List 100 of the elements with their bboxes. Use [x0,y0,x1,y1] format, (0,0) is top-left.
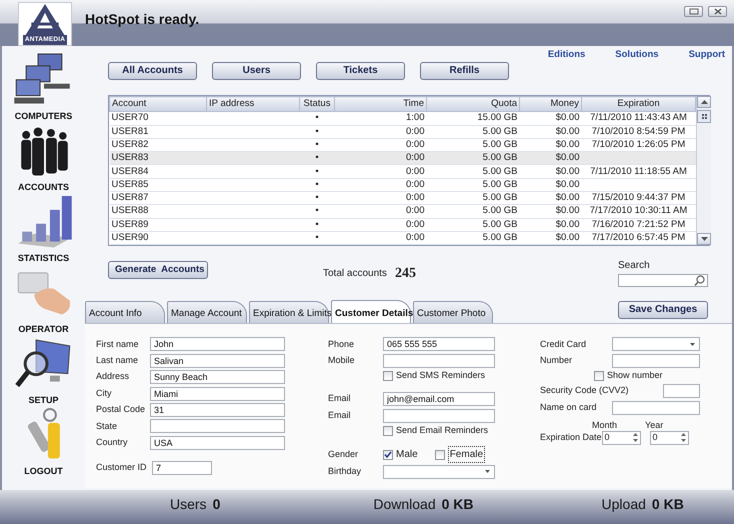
input-field[interactable]: Sunny Beach [150,370,285,384]
sidebar-item[interactable]: OPERATOR [6,265,82,336]
nav-link[interactable]: Support [688,49,725,61]
table-cell: 0:00 [334,204,426,218]
input-field[interactable] [150,419,285,434]
checkbox[interactable] [434,450,445,460]
input-field[interactable]: john@email.com [383,392,495,406]
input-field[interactable]: Miami [150,386,285,401]
table-cell: • [300,125,334,138]
checkbox-label: Female [448,446,486,464]
table-cell: USER87 [110,192,206,205]
table-cell: USER88 [110,204,206,218]
filter-button[interactable]: Users [212,62,301,80]
table-cell: • [300,218,334,232]
checkbox[interactable] [594,371,604,381]
sidebar-item[interactable]: SETUP [6,336,82,407]
search-icon [694,275,705,286]
restore-button[interactable] [684,6,703,17]
input-field[interactable] [383,354,495,368]
filter-button[interactable]: Tickets [316,62,405,80]
input-field[interactable]: Salivan [150,354,285,368]
table-cell: USER89 [110,218,206,232]
input-field[interactable] [612,400,700,415]
table-cell: 5.00 GB [426,125,520,138]
checkbox[interactable] [383,426,393,436]
column-header[interactable]: Money [520,96,582,112]
table-cell: 7/17/2010 10:30:11 AM [582,204,696,218]
spinner-arrows-icon [632,433,638,442]
field-label: First name [96,338,140,351]
sidebar-item[interactable]: COMPUTERS [6,52,82,123]
stat-label: Download [373,495,436,514]
tab[interactable]: Customer Photo [413,301,493,324]
input-field[interactable]: USA [150,436,285,450]
input-field[interactable]: 065 555 555 [383,337,495,352]
table-cell: 5.00 GB [426,218,520,232]
column-header[interactable]: Status [300,96,334,112]
up-arrow-icon[interactable] [700,100,708,104]
scrollbar[interactable] [696,96,711,246]
table-cell: USER81 [110,125,206,138]
grip-icon[interactable] [702,114,706,119]
input-field[interactable]: 31 [150,402,285,417]
sidebar-item[interactable]: STATISTICS [6,194,82,265]
filter-button[interactable]: Refills [420,62,509,80]
field-label: Year [645,418,664,430]
close-button[interactable] [708,6,727,17]
field-label: Credit Card [540,338,588,351]
dropdown[interactable] [612,337,700,352]
table-cell: 0:00 [334,192,426,205]
column-header[interactable]: Quota [426,96,520,112]
check-icon [384,451,392,458]
checkbox[interactable] [383,371,393,381]
checkbox[interactable] [383,450,393,460]
field-label: Month [592,418,618,430]
status-title: HotSpot is ready. [85,10,200,27]
generate-button[interactable]: Generate Accounts [108,261,208,280]
nav-link[interactable]: Solutions [615,49,659,61]
field-label: Gender [328,448,360,462]
field-label: Phone [328,338,356,351]
tab[interactable]: Expiration & Limits [249,301,329,324]
field-label: Postal Code [96,403,146,416]
nav-link[interactable]: Editions [548,49,586,61]
table-cell: $0.00 [520,112,582,126]
table-cell: 0:00 [334,231,426,245]
input-field[interactable] [383,408,495,423]
table-cell: $0.00 [520,164,582,178]
down-arrow-icon[interactable] [700,237,708,242]
column-header[interactable]: Account [110,96,206,112]
spin-field[interactable]: 0 [602,430,641,445]
table-cell: $0.00 [520,231,582,245]
table-cell: 0:00 [334,125,426,138]
table-cell: $0.00 [520,152,582,165]
input-field[interactable] [663,384,700,398]
input-field[interactable] [612,354,700,368]
tab[interactable]: Manage Account [167,301,247,324]
save-button[interactable]: Save Changes [618,301,708,320]
close-icon [714,8,722,15]
checkbox-label: Send SMS Reminders [396,369,486,382]
tab[interactable]: Account Info [85,301,165,324]
column-header[interactable]: Expiration [582,96,696,112]
filter-button[interactable]: All Accounts [108,62,197,80]
field-label: Customer ID [96,461,148,474]
column-header[interactable]: IP address [206,96,300,112]
total-label: Total accounts [323,267,387,282]
table-cell: 0:00 [334,152,426,165]
tab[interactable]: Customer Details [331,300,411,324]
input-field[interactable]: John [150,337,285,352]
dropdown[interactable] [383,464,495,479]
spin-field[interactable]: 0 [650,430,689,445]
table-cell: 7/11/2010 11:43:43 AM [582,112,696,126]
search-field[interactable] [618,274,708,288]
column-header[interactable]: Time [334,96,426,112]
field-label: State [96,420,118,433]
field-label: Security Code (CVV2) [540,384,629,398]
table-cell: 5.00 GB [426,178,520,192]
input-field[interactable]: 7 [152,461,212,476]
sidebar-item[interactable]: ACCOUNTS [6,123,82,194]
stat-value: 0 KB [652,495,684,514]
checkbox-label: Show number [607,369,663,382]
sidebar-item[interactable]: LOGOUT [6,407,82,478]
table-cell: • [300,192,334,205]
